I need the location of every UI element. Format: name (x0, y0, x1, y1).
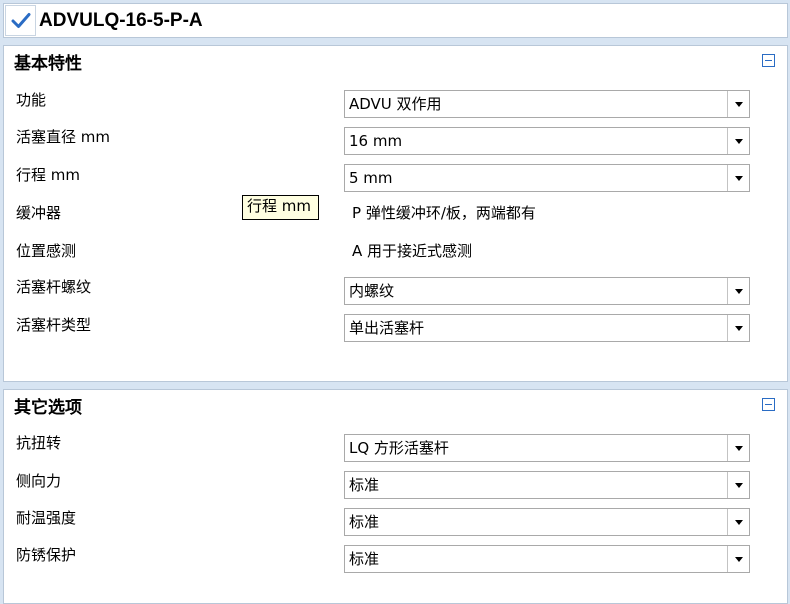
dropdown-arrow-icon[interactable] (727, 128, 749, 154)
dropdown-arrow-icon[interactable] (727, 165, 749, 191)
panel-title-basic: 基本特性 (14, 54, 82, 74)
anti-rotation-select[interactable]: LQ 方形活塞杆 (344, 434, 750, 462)
corrosion-protection-select[interactable]: 标准 (344, 545, 750, 573)
dropdown-arrow-icon[interactable] (727, 546, 749, 572)
stroke-value: 5 mm (349, 169, 393, 187)
label-stroke: 行程 mm (16, 166, 80, 184)
label-position-sensing: 位置感测 (16, 242, 77, 260)
temperature-resistance-select[interactable]: 标准 (344, 508, 750, 536)
panel-title-other: 其它选项 (14, 398, 82, 418)
label-temperature-resistance: 耐温强度 (16, 509, 77, 527)
rod-thread-value: 内螺纹 (349, 282, 395, 300)
label-corrosion-protection: 防锈保护 (16, 546, 77, 564)
model-code: ADVULQ-16-5-P-A (39, 10, 203, 31)
position-sensing-value: A 用于接近式感测 (352, 242, 473, 260)
lateral-force-value: 标准 (349, 476, 380, 494)
label-cushioning: 缓冲器 (16, 204, 62, 222)
function-select[interactable]: ADVU 双作用 (344, 90, 750, 118)
checkmark-icon (11, 13, 31, 28)
rod-type-select[interactable]: 单出活塞杆 (344, 314, 750, 342)
label-function: 功能 (16, 91, 47, 109)
lateral-force-select[interactable]: 标准 (344, 471, 750, 499)
function-value: ADVU 双作用 (349, 95, 442, 113)
temperature-resistance-value: 标准 (349, 513, 380, 531)
piston-diameter-value: 16 mm (349, 132, 403, 150)
label-anti-rotation: 抗扭转 (16, 434, 62, 452)
anti-rotation-value: LQ 方形活塞杆 (349, 439, 449, 457)
label-lateral-force: 侧向力 (16, 472, 62, 490)
dropdown-arrow-icon[interactable] (727, 278, 749, 304)
other-options-panel: 其它选项 抗扭转 LQ 方形活塞杆 侧向力 标准 耐温强度 标准 防锈保护 标准 (3, 389, 788, 604)
dropdown-arrow-icon[interactable] (727, 91, 749, 117)
dropdown-arrow-icon[interactable] (727, 315, 749, 341)
rod-thread-select[interactable]: 内螺纹 (344, 277, 750, 305)
product-header: ADVULQ-16-5-P-A (3, 3, 788, 38)
cushioning-value: P 弹性缓冲环/板，两端都有 (352, 204, 536, 222)
basic-characteristics-panel: 基本特性 功能 ADVU 双作用 活塞直径 mm 16 mm 行程 mm 5 m… (3, 45, 788, 382)
label-rod-thread: 活塞杆螺纹 (16, 278, 92, 296)
label-rod-type: 活塞杆类型 (16, 316, 92, 334)
dropdown-arrow-icon[interactable] (727, 472, 749, 498)
dropdown-arrow-icon[interactable] (727, 509, 749, 535)
stroke-tooltip: 行程 mm (242, 195, 319, 220)
collapse-icon[interactable] (762, 54, 775, 67)
label-piston-diameter: 活塞直径 mm (16, 128, 110, 146)
dropdown-arrow-icon[interactable] (727, 435, 749, 461)
select-checkbox[interactable] (5, 5, 36, 36)
rod-type-value: 单出活塞杆 (349, 319, 425, 337)
stroke-select[interactable]: 5 mm (344, 164, 750, 192)
collapse-icon[interactable] (762, 398, 775, 411)
corrosion-protection-value: 标准 (349, 550, 380, 568)
piston-diameter-select[interactable]: 16 mm (344, 127, 750, 155)
